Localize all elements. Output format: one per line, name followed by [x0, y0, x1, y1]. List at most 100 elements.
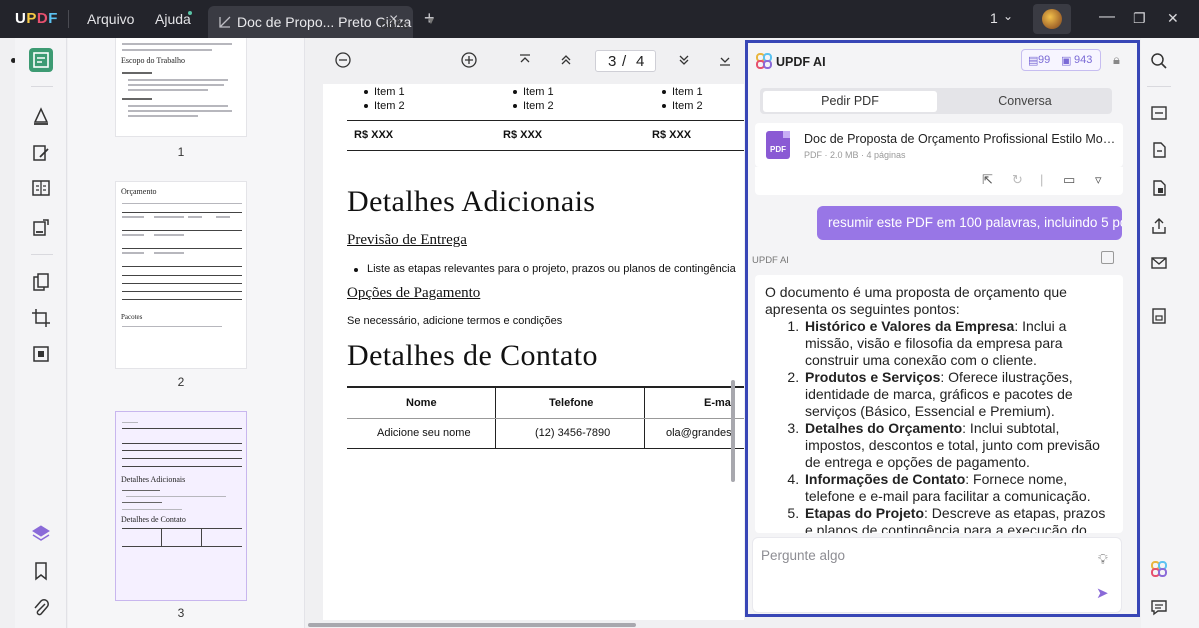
chat-credit-icon: ▣	[1061, 55, 1072, 67]
layers-icon[interactable]	[31, 523, 51, 543]
thumb-rule	[122, 212, 242, 213]
thumb-rule	[122, 299, 242, 300]
share-icon[interactable]	[1150, 217, 1168, 235]
current-page: 3	[608, 53, 617, 70]
page-number-input[interactable]: 3 / 4	[595, 50, 656, 72]
page-thumbnail-1[interactable]: Escopo do Trabalho	[115, 38, 247, 137]
tab-ask-pdf[interactable]: Pedir PDF	[763, 91, 937, 112]
payment-text: Se necessário, adicione termos e condiçõ…	[347, 315, 563, 327]
send-icon[interactable]: ➤	[1096, 584, 1109, 602]
thumb-text	[128, 79, 228, 81]
restore-icon[interactable]: ❐	[1133, 10, 1146, 27]
copy-icon[interactable]	[1101, 251, 1114, 264]
thumbs-down-icon[interactable]: ▿	[1095, 172, 1102, 188]
app-logo[interactable]: UPDF	[15, 10, 58, 27]
minimize-icon[interactable]: —	[1099, 8, 1115, 26]
lock-icon[interactable]: 🔒︎	[1113, 52, 1120, 68]
zoom-out-icon[interactable]	[334, 51, 352, 69]
item-text: Item 2	[374, 100, 405, 112]
ai-credits-badge[interactable]: ▤ 99 ▣ 943	[1021, 49, 1101, 71]
email-icon[interactable]	[1150, 254, 1168, 272]
account-button[interactable]	[1033, 4, 1071, 34]
tab-chat[interactable]: Conversa	[938, 91, 1112, 112]
document-page: Item 1 Item 2 Item 1 Item 2 Item 1 Item …	[323, 84, 744, 620]
zoom-level[interactable]: 66%	[380, 16, 408, 32]
table-rule	[347, 120, 744, 121]
horizontal-scrollbar[interactable]	[308, 623, 636, 627]
thumb-subheading: Pacotes	[121, 313, 143, 321]
thumb-subheading: Detalhes de Contato	[121, 515, 186, 524]
convert-icon[interactable]	[31, 272, 51, 292]
thumb-rule	[122, 230, 242, 231]
attachment-icon[interactable]	[31, 598, 51, 618]
point-title: Produtos e Serviços	[805, 369, 941, 385]
ai-prompt-input[interactable]	[761, 544, 1081, 566]
updf-ai-icon[interactable]	[1150, 560, 1168, 578]
thumb-text	[128, 84, 224, 86]
file-name: Doc de Proposta de Orçamento Profissiona…	[804, 132, 1116, 146]
thumb-heading: Detalhes Adicionais	[121, 475, 186, 484]
thumb-text	[122, 43, 232, 45]
prompt-suggestions-icon[interactable]: 💡︎	[1098, 551, 1108, 568]
thumb-rule	[122, 466, 242, 467]
bullet	[513, 90, 517, 94]
bullet	[513, 104, 517, 108]
fill-sign-icon[interactable]	[31, 218, 51, 238]
crop-icon[interactable]	[31, 308, 51, 328]
thumb-number: 3	[177, 606, 185, 620]
thumb-rule	[122, 528, 242, 529]
page-thumbnail-3[interactable]: Detalhes Adicionais Detalhes de Contato	[115, 411, 247, 601]
menu-help[interactable]: Ajuda	[155, 11, 191, 27]
protect-icon[interactable]	[31, 344, 51, 364]
thumb-rule	[122, 428, 242, 429]
thumb-text	[128, 115, 198, 117]
page-thumbnail-2[interactable]: Orçamento Pacotes	[115, 181, 247, 369]
save-as-icon[interactable]	[1150, 307, 1168, 325]
document-credits: 99	[1038, 54, 1051, 66]
comment-icon[interactable]	[31, 106, 51, 126]
window-count[interactable]: 1	[990, 10, 998, 26]
thumb-text	[122, 49, 212, 51]
response-points: Histórico e Valores da Empresa: Inclui a…	[765, 318, 1110, 533]
comments-panel-icon[interactable]	[1150, 598, 1168, 616]
point-title: Informações de Contato	[805, 471, 966, 487]
export-icon[interactable]: ⇱	[982, 172, 993, 188]
close-window-icon[interactable]: ✕	[1167, 10, 1179, 27]
reader-mode-icon[interactable]	[29, 48, 53, 72]
organize-pages-icon[interactable]	[31, 178, 51, 198]
payment-heading: Opções de Pagamento	[347, 285, 481, 301]
edit-pdf-icon[interactable]	[31, 143, 51, 163]
thumb-rule	[122, 450, 242, 451]
thumb-text	[128, 110, 232, 112]
thumb-text	[122, 326, 222, 327]
avatar	[1042, 9, 1062, 29]
zoom-in-icon[interactable]	[460, 51, 478, 69]
regenerate-icon[interactable]: ↻	[1012, 172, 1023, 188]
chevron-down-icon[interactable]: ⌄	[1003, 9, 1013, 23]
protect-pdf-icon[interactable]	[1150, 179, 1168, 197]
previous-page-icon[interactable]	[557, 51, 575, 69]
bookmark-icon[interactable]	[31, 561, 51, 581]
thumbs-up-icon[interactable]: ▭	[1063, 172, 1075, 188]
price-cell: R$ XXX	[652, 129, 692, 141]
search-icon[interactable]	[1150, 52, 1168, 70]
item-text: Item 2	[672, 100, 703, 112]
point-title: Histórico e Valores da Empresa	[805, 318, 1015, 334]
ai-response: O documento é uma proposta de orçamento …	[755, 275, 1123, 533]
last-page-icon[interactable]	[716, 51, 734, 69]
thumb-rule	[122, 248, 242, 249]
document-toolbar	[306, 38, 744, 84]
thumb-text	[188, 216, 202, 218]
vertical-scrollbar[interactable]	[731, 380, 735, 482]
attached-file-card[interactable]: PDF Doc de Proposta de Orçamento Profiss…	[755, 123, 1123, 167]
menu-file[interactable]: Arquivo	[87, 11, 134, 27]
price-cell: R$ XXX	[503, 129, 543, 141]
first-page-icon[interactable]	[516, 51, 534, 69]
ocr-icon[interactable]	[1150, 104, 1168, 122]
next-page-icon[interactable]	[675, 51, 693, 69]
thumb-text	[122, 72, 152, 74]
convert-pdf-icon[interactable]	[1150, 141, 1168, 159]
zoom-dropdown-icon[interactable]: ▼	[426, 16, 436, 27]
contact-value-phone: (12) 3456-7890	[535, 427, 611, 439]
rail-divider	[31, 254, 53, 255]
